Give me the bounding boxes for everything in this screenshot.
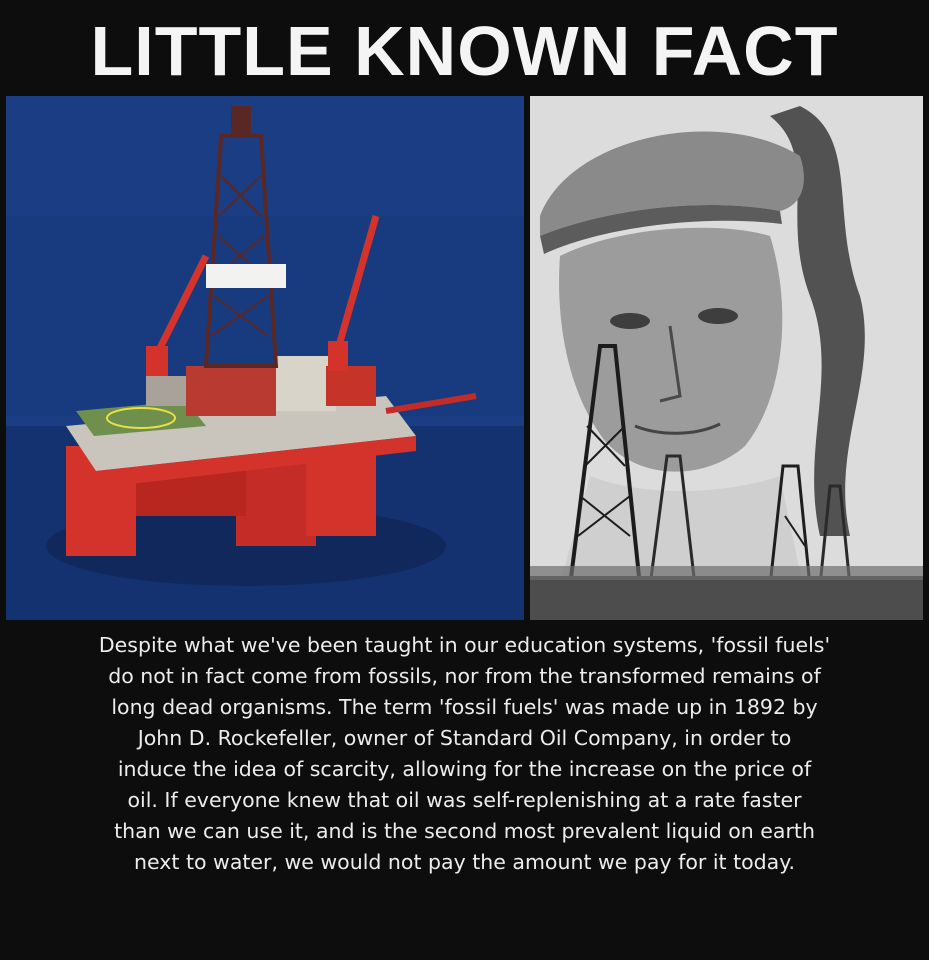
caption-line: Despite what we've been taught in our ed… xyxy=(98,633,831,657)
caption-line: do not in fact come from fossils, nor fr… xyxy=(108,664,821,688)
caption-line: oil. If everyone knew that oil was self-… xyxy=(127,788,802,812)
portrait-with-derricks-photo xyxy=(530,96,923,620)
oil-rig-illustration xyxy=(6,96,524,620)
caption-line: long dead organisms. The term 'fossil fu… xyxy=(111,695,818,719)
caption-line: than we can use it, and is the second mo… xyxy=(114,819,815,843)
caption-text: Despite what we've been taught in our ed… xyxy=(10,630,919,920)
portrait-illustration xyxy=(530,96,923,620)
meme-poster: LITTLE KNOWN FACT Despite what we've bee… xyxy=(0,0,929,960)
caption-line: John D. Rockefeller, owner of Standard O… xyxy=(137,726,792,750)
caption-line: next to water, we would not pay the amou… xyxy=(134,850,795,874)
oil-rig-photo xyxy=(6,96,524,620)
caption-line: induce the idea of scarcity, allowing fo… xyxy=(117,757,812,781)
headline: LITTLE KNOWN FACT xyxy=(90,12,839,90)
